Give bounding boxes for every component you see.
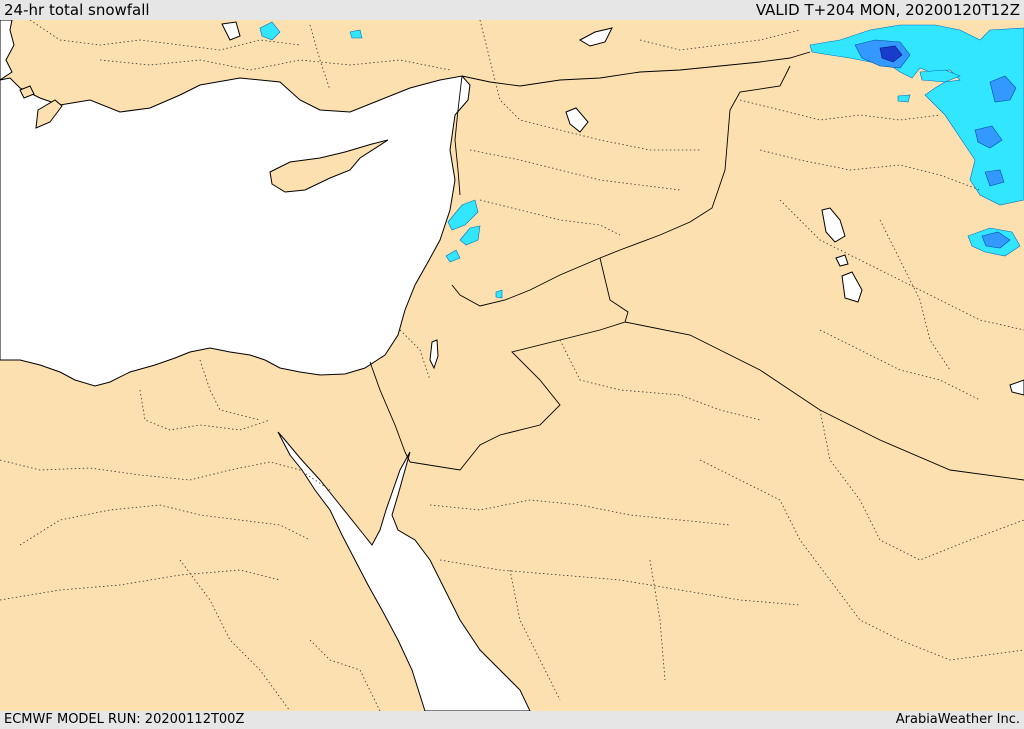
- model-run: ECMWF MODEL RUN: 20200112T00Z: [4, 712, 245, 727]
- snowfall-map: [0, 20, 1024, 711]
- credit: ArabiaWeather Inc.: [895, 712, 1020, 727]
- header-bar: 24-hr total snowfall VALID T+204 MON, 20…: [0, 0, 1024, 20]
- snow-light: [897, 94, 911, 103]
- footer-bar: ECMWF MODEL RUN: 20200112T00Z ArabiaWeat…: [0, 711, 1024, 729]
- valid-time: VALID T+204 MON, 20200120T12Z: [755, 1, 1020, 19]
- map-frame: 24-hr total snowfall VALID T+204 MON, 20…: [0, 0, 1024, 729]
- map-title: 24-hr total snowfall: [4, 1, 150, 19]
